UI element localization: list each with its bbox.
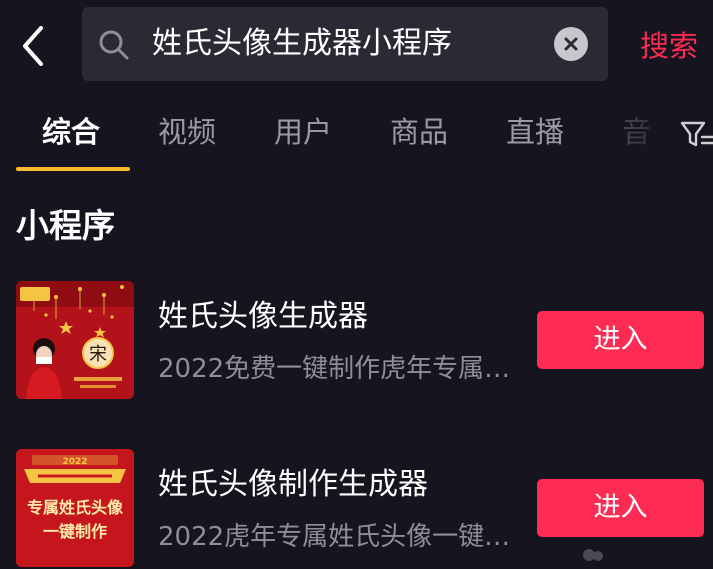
thumbnail-surname-char: 宋 (89, 344, 107, 365)
section-title: 小程序 (16, 206, 115, 245)
search-input[interactable]: 姓氏头像生成器小程序 (82, 7, 608, 81)
result-description: 2022虎年专属姓氏头像一键… (158, 522, 511, 552)
enter-button[interactable]: 进入 (537, 479, 704, 537)
enter-button[interactable]: 进入 (537, 311, 704, 369)
back-arrow-icon (23, 26, 43, 66)
back-button[interactable] (16, 24, 50, 68)
thumbnail-line1: 专属姓氏头像 (27, 498, 124, 517)
mini-program-thumbnail: 宋 (16, 281, 134, 399)
thumbnail-image: 宋 (16, 281, 134, 399)
filter-icon (680, 121, 713, 147)
tab-bar: 综合 视频 用户 商品 直播 音 (0, 100, 713, 174)
thumbnail-image: 2022 专属姓氏头像 一键制作 (16, 449, 134, 567)
watermark-icon (583, 549, 603, 561)
active-tab-indicator (16, 167, 130, 171)
watermark (582, 548, 713, 566)
tab-videos[interactable]: 视频 (158, 110, 216, 154)
tab-users[interactable]: 用户 (274, 110, 332, 154)
tab-fade (612, 100, 682, 164)
result-title: 姓氏头像制作生成器 (158, 467, 428, 502)
clear-icon (564, 37, 578, 51)
search-icon (99, 30, 129, 60)
tab-live[interactable]: 直播 (506, 110, 564, 154)
clear-search-button[interactable] (554, 27, 588, 61)
result-description: 2022免费一键制作虎年专属… (158, 354, 511, 384)
result-title: 姓氏头像生成器 (158, 299, 368, 334)
mini-program-thumbnail: 2022 专属姓氏头像 一键制作 (16, 449, 134, 567)
thumbnail-year: 2022 (62, 457, 87, 467)
tab-products[interactable]: 商品 (390, 110, 448, 154)
top-bar: 姓氏头像生成器小程序 搜索 (0, 0, 713, 92)
list-item[interactable]: 宋 姓氏头像生成器 2022免费一键制作虎年专属… 进入 (0, 281, 713, 401)
tab-comprehensive[interactable]: 综合 (42, 110, 100, 154)
search-query-text: 姓氏头像生成器小程序 (152, 26, 452, 61)
thumbnail-line2: 一键制作 (43, 522, 107, 541)
search-button[interactable]: 搜索 (640, 24, 698, 68)
filter-button[interactable] (680, 120, 713, 150)
